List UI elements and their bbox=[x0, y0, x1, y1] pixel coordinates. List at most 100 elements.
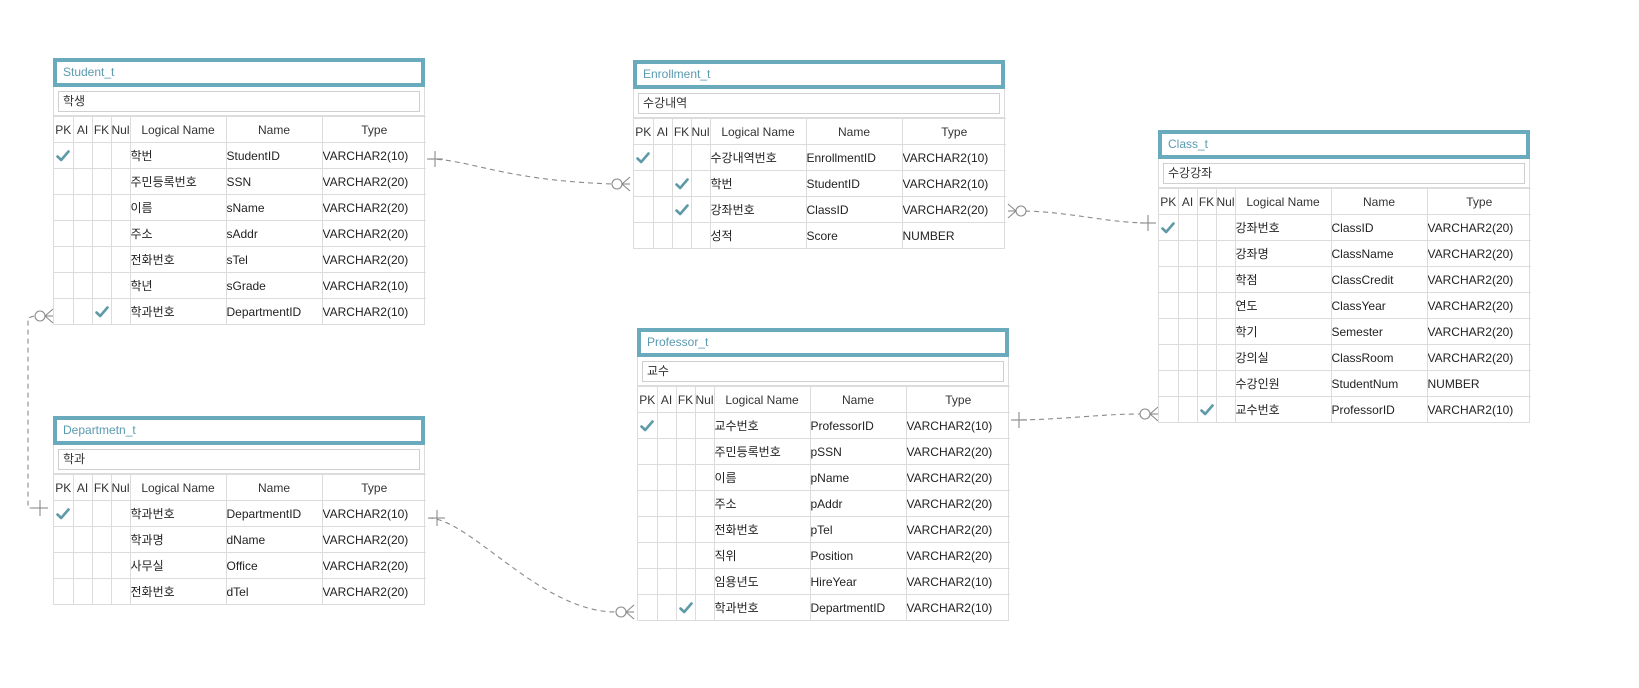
column-type-cell[interactable]: VARCHAR2(20) bbox=[905, 516, 1010, 543]
column-name-cell[interactable]: SSN bbox=[225, 168, 323, 195]
column-type-cell[interactable]: VARCHAR2(10) bbox=[321, 298, 426, 324]
column-row[interactable]: 학과번호 DepartmentID VARCHAR2(10) bbox=[54, 298, 426, 324]
ai-cell[interactable] bbox=[72, 552, 93, 579]
fk-cell[interactable] bbox=[91, 500, 112, 527]
null-cell[interactable] bbox=[694, 542, 715, 569]
column-row[interactable]: 강좌명 ClassName VARCHAR2(20) bbox=[1159, 240, 1531, 267]
column-name-cell[interactable]: pAddr bbox=[809, 490, 907, 517]
fk-cell[interactable] bbox=[1196, 318, 1217, 345]
column-name-cell[interactable]: pSSN bbox=[809, 438, 907, 465]
fk-cell[interactable] bbox=[675, 412, 696, 439]
null-cell[interactable] bbox=[694, 594, 715, 620]
ai-cell[interactable] bbox=[652, 222, 673, 248]
pk-cell[interactable] bbox=[1159, 344, 1179, 371]
column-type-cell[interactable]: VARCHAR2(20) bbox=[321, 194, 426, 221]
column-type-cell[interactable]: VARCHAR2(20) bbox=[901, 196, 1006, 223]
ai-cell[interactable] bbox=[72, 500, 93, 527]
column-row[interactable]: 전화번호 dTel VARCHAR2(20) bbox=[54, 578, 426, 604]
logical-name-cell[interactable]: 학기 bbox=[1234, 318, 1332, 345]
fk-cell[interactable] bbox=[91, 578, 112, 604]
logical-name-cell[interactable]: 강의실 bbox=[1234, 344, 1332, 371]
pk-cell[interactable] bbox=[1159, 214, 1179, 241]
fk-cell[interactable] bbox=[91, 298, 112, 324]
column-row[interactable]: 교수번호 ProfessorID VARCHAR2(10) bbox=[1159, 396, 1531, 422]
column-name-cell[interactable]: pTel bbox=[809, 516, 907, 543]
column-type-cell[interactable]: VARCHAR2(20) bbox=[905, 464, 1010, 491]
ai-cell[interactable] bbox=[656, 438, 677, 465]
ai-cell[interactable] bbox=[72, 298, 93, 324]
null-cell[interactable] bbox=[1215, 344, 1236, 371]
column-type-cell[interactable]: NUMBER bbox=[901, 222, 1006, 248]
column-name-cell[interactable]: ClassYear bbox=[1330, 292, 1428, 319]
pk-cell[interactable] bbox=[638, 464, 658, 491]
null-cell[interactable] bbox=[1215, 370, 1236, 397]
fk-cell[interactable] bbox=[1196, 266, 1217, 293]
fk-cell[interactable] bbox=[675, 464, 696, 491]
logical-name-cell[interactable]: 교수번호 bbox=[713, 412, 811, 439]
pk-cell[interactable] bbox=[634, 222, 654, 248]
entity-student[interactable]: Student_t 학생 PKAIFKNullLogical NameNameTyp… bbox=[53, 58, 426, 325]
pk-cell[interactable] bbox=[54, 272, 74, 299]
entity-title[interactable]: Departmetn_t bbox=[53, 416, 425, 445]
logical-name-cell[interactable]: 주민등록번호 bbox=[129, 168, 227, 195]
ai-cell[interactable] bbox=[656, 516, 677, 543]
column-row[interactable]: 연도 ClassYear VARCHAR2(20) bbox=[1159, 292, 1531, 319]
column-row[interactable]: 학번 StudentID VARCHAR2(10) bbox=[634, 170, 1006, 197]
null-cell[interactable] bbox=[110, 578, 131, 604]
column-name-cell[interactable]: EnrollmentID bbox=[805, 144, 903, 171]
column-name-cell[interactable]: ClassID bbox=[1330, 214, 1428, 241]
entity-comment[interactable]: 학생 bbox=[58, 91, 420, 112]
ai-cell[interactable] bbox=[72, 246, 93, 273]
fk-cell[interactable] bbox=[91, 220, 112, 247]
column-row[interactable]: 주민등록번호 SSN VARCHAR2(20) bbox=[54, 168, 426, 195]
null-cell[interactable] bbox=[690, 170, 711, 197]
column-row[interactable]: 수강인원 StudentNum NUMBER bbox=[1159, 370, 1531, 397]
logical-name-cell[interactable]: 사무실 bbox=[129, 552, 227, 579]
fk-cell[interactable] bbox=[675, 438, 696, 465]
column-type-cell[interactable]: VARCHAR2(10) bbox=[321, 272, 426, 299]
pk-cell[interactable] bbox=[1159, 240, 1179, 267]
column-type-cell[interactable]: VARCHAR2(20) bbox=[321, 552, 426, 579]
column-row[interactable]: 학과명 dName VARCHAR2(20) bbox=[54, 526, 426, 553]
logical-name-cell[interactable]: 학년 bbox=[129, 272, 227, 299]
fk-cell[interactable] bbox=[91, 246, 112, 273]
ai-cell[interactable] bbox=[656, 412, 677, 439]
logical-name-cell[interactable]: 강좌번호 bbox=[709, 196, 807, 223]
pk-cell[interactable] bbox=[54, 142, 74, 169]
column-row[interactable]: 주민등록번호 pSSN VARCHAR2(20) bbox=[638, 438, 1010, 465]
pk-cell[interactable] bbox=[54, 500, 74, 527]
column-name-cell[interactable]: StudentID bbox=[805, 170, 903, 197]
pk-cell[interactable] bbox=[638, 516, 658, 543]
logical-name-cell[interactable]: 주소 bbox=[129, 220, 227, 247]
fk-cell[interactable] bbox=[1196, 240, 1217, 267]
column-row[interactable]: 강좌번호 ClassID VARCHAR2(20) bbox=[634, 196, 1006, 223]
null-cell[interactable] bbox=[110, 168, 131, 195]
column-type-cell[interactable]: VARCHAR2(20) bbox=[1426, 240, 1531, 267]
column-name-cell[interactable]: dTel bbox=[225, 578, 323, 604]
column-row[interactable]: 학기 Semester VARCHAR2(20) bbox=[1159, 318, 1531, 345]
pk-cell[interactable] bbox=[638, 490, 658, 517]
fk-cell[interactable] bbox=[671, 222, 692, 248]
column-type-cell[interactable]: VARCHAR2(20) bbox=[321, 220, 426, 247]
logical-name-cell[interactable]: 주민등록번호 bbox=[713, 438, 811, 465]
ai-cell[interactable] bbox=[1177, 370, 1198, 397]
null-cell[interactable] bbox=[694, 516, 715, 543]
fk-cell[interactable] bbox=[1196, 344, 1217, 371]
ai-cell[interactable] bbox=[1177, 266, 1198, 293]
column-name-cell[interactable]: ClassID bbox=[805, 196, 903, 223]
ai-cell[interactable] bbox=[72, 168, 93, 195]
pk-cell[interactable] bbox=[638, 412, 658, 439]
column-row[interactable]: 성적 Score NUMBER bbox=[634, 222, 1006, 248]
column-row[interactable]: 학점 ClassCredit VARCHAR2(20) bbox=[1159, 266, 1531, 293]
column-type-cell[interactable]: VARCHAR2(10) bbox=[321, 142, 426, 169]
logical-name-cell[interactable]: 학번 bbox=[129, 142, 227, 169]
fk-cell[interactable] bbox=[671, 196, 692, 223]
column-type-cell[interactable]: VARCHAR2(20) bbox=[321, 578, 426, 604]
relation-department-student[interactable] bbox=[27, 315, 45, 509]
fk-cell[interactable] bbox=[91, 272, 112, 299]
column-name-cell[interactable]: sAddr bbox=[225, 220, 323, 247]
pk-cell[interactable] bbox=[634, 170, 654, 197]
null-cell[interactable] bbox=[694, 438, 715, 465]
entity-professor[interactable]: Professor_t 교수 PKAIFKNullLogical NameNameT… bbox=[637, 328, 1010, 621]
column-name-cell[interactable]: ClassName bbox=[1330, 240, 1428, 267]
